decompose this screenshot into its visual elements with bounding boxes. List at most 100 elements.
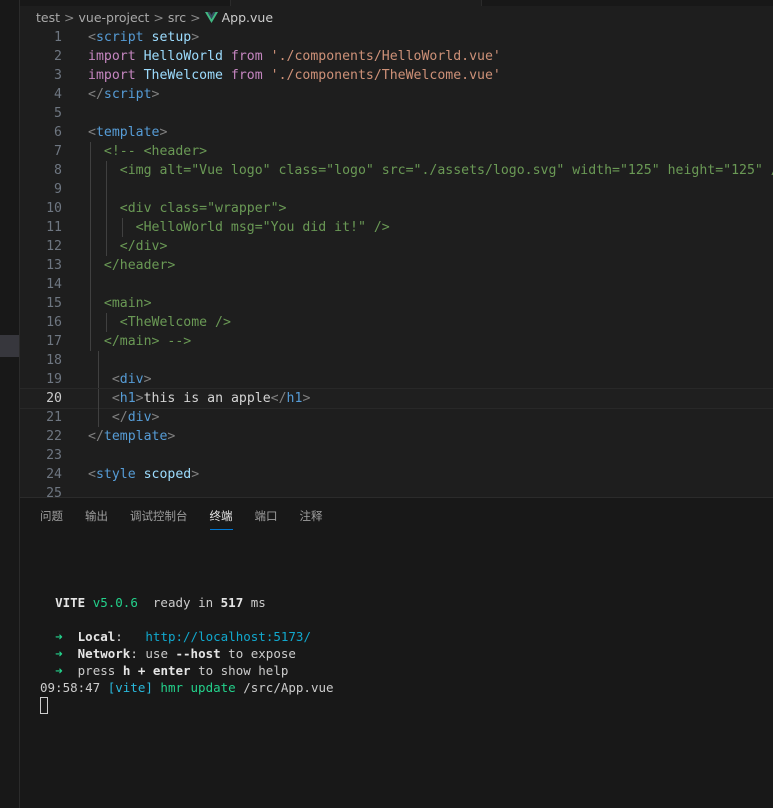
code-token: TheWelcome: [143, 68, 231, 83]
breadcrumb: test > vue-project > src > App.vue: [20, 6, 773, 28]
code-line[interactable]: 4 </script>: [20, 85, 773, 104]
terminal-text: [vite]: [107, 680, 153, 695]
code-line[interactable]: 15 <main>: [20, 294, 773, 313]
code-token: './components/HelloWorld.vue': [270, 49, 501, 64]
code-line[interactable]: 19 <div>: [20, 370, 773, 389]
code-text: <div>: [88, 370, 152, 389]
code-token: HelloWorld: [143, 49, 231, 64]
code-line[interactable]: 11 <HelloWorld msg="You did it!" />: [20, 218, 773, 237]
terminal-text: v5.0.6: [85, 595, 138, 610]
line-number: 7: [54, 144, 62, 159]
breadcrumb-item-test[interactable]: test: [36, 10, 60, 25]
tab-comments[interactable]: 注释: [300, 502, 323, 530]
code-text: <TheWelcome />: [88, 313, 231, 332]
code-line[interactable]: 13 </header>: [20, 256, 773, 275]
terminal-output[interactable]: VITE v5.0.6 ready in 517 ms ➜ Local: htt…: [40, 560, 334, 714]
code-token: <: [88, 391, 120, 406]
terminal-line: VITE v5.0.6 ready in 517 ms: [40, 594, 334, 611]
code-text: <img alt="Vue logo" class="logo" src="./…: [88, 161, 773, 180]
code-line[interactable]: 23: [20, 446, 773, 465]
breadcrumb-item-vue-project[interactable]: vue-project: [79, 10, 150, 25]
code-token: >: [191, 467, 200, 482]
indent-guide: [98, 351, 99, 370]
breadcrumb-item-src[interactable]: src: [168, 10, 186, 25]
code-text: </script>: [88, 85, 159, 104]
code-line[interactable]: 12 </div>: [20, 237, 773, 256]
sidebar-selected-item[interactable]: [0, 335, 19, 357]
code-line[interactable]: 9: [20, 180, 773, 199]
tab-problems[interactable]: 问题: [40, 502, 63, 530]
code-line[interactable]: 22 </template>: [20, 427, 773, 446]
code-line[interactable]: 8 <img alt="Vue logo" class="logo" src="…: [20, 161, 773, 180]
tab-ports[interactable]: 端口: [255, 502, 278, 530]
code-editor[interactable]: test > vue-project > src > App.vue 1 <scr…: [20, 0, 773, 497]
code-line[interactable]: 6 <template>: [20, 123, 773, 142]
code-token: </div>: [88, 239, 168, 254]
code-text: <style scoped>: [88, 465, 199, 484]
code-line[interactable]: 17 </main> -->: [20, 332, 773, 351]
code-text: <!-- <header>: [88, 142, 207, 161]
line-number: 19: [46, 372, 62, 387]
code-line[interactable]: 16 <TheWelcome />: [20, 313, 773, 332]
code-line[interactable]: 24 <style scoped>: [20, 465, 773, 484]
code-token: from: [230, 49, 271, 64]
code-token: setup: [143, 30, 192, 45]
code-line[interactable]: 3 import TheWelcome from './components/Th…: [20, 66, 773, 85]
code-line[interactable]: 18: [20, 351, 773, 370]
code-line[interactable]: 7 <!-- <header>: [20, 142, 773, 161]
terminal-text: press: [62, 663, 123, 678]
indent-guide: [106, 180, 107, 199]
code-text: <script setup>: [88, 28, 199, 47]
code-line[interactable]: 2 import HelloWorld from './components/He…: [20, 47, 773, 66]
code-token: <!-- <header>: [88, 144, 208, 159]
code-token: './components/TheWelcome.vue': [270, 68, 501, 83]
code-text: <main>: [88, 294, 152, 313]
code-line[interactable]: 25: [20, 484, 773, 497]
code-line[interactable]: 1 <script setup>: [20, 28, 773, 47]
code-line[interactable]: 20 <h1>this is an apple</h1>: [20, 388, 773, 409]
code-line[interactable]: 14: [20, 275, 773, 294]
terminal-line: ➜ Local: http://localhost:5173/: [40, 628, 334, 645]
code-token: script: [95, 30, 144, 45]
code-text: import HelloWorld from './components/Hel…: [88, 47, 501, 66]
tab-output[interactable]: 输出: [85, 502, 108, 530]
code-token: <: [88, 30, 96, 45]
code-text: <template>: [88, 123, 167, 142]
code-line[interactable]: 21 </div>: [20, 408, 773, 427]
code-token: >: [151, 410, 160, 425]
code-token: div: [127, 410, 152, 425]
code-token: template: [95, 125, 160, 140]
tab-terminal[interactable]: 终端: [209, 502, 233, 530]
terminal-text: h + enter: [122, 663, 191, 678]
code-token: <: [88, 372, 120, 387]
terminal-text: 517: [220, 595, 244, 610]
terminal-prompt-line[interactable]: [40, 696, 334, 714]
terminal-text: ready in: [137, 595, 221, 610]
code-token: script: [103, 87, 152, 102]
vue-file-icon: [204, 11, 218, 23]
code-token: >: [191, 30, 200, 45]
terminal-line: ➜ Network: use --host to expose: [40, 645, 334, 662]
code-token: </: [88, 410, 128, 425]
code-token: <HelloWorld msg="You did it!" />: [88, 220, 390, 235]
code-token: >: [167, 429, 176, 444]
code-line[interactable]: 5: [20, 104, 773, 123]
code-token: h1: [119, 391, 136, 406]
code-lines[interactable]: 1 <script setup> 2 import HelloWorld from '…: [20, 28, 773, 497]
terminal-text: :: [115, 629, 146, 644]
tab-debug-console[interactable]: 调试控制台: [130, 502, 188, 530]
line-number: 5: [54, 106, 62, 121]
terminal-text: http://localhost:5173/: [145, 629, 311, 644]
breadcrumb-item-app-vue[interactable]: App.vue: [222, 10, 273, 25]
terminal-text: Network: [77, 646, 131, 661]
code-line[interactable]: 10 <div class="wrapper">: [20, 199, 773, 218]
code-token: </main> -->: [88, 334, 192, 349]
activity-sidebar: [0, 0, 20, 808]
line-number: 12: [46, 239, 62, 254]
terminal-text: Local: [77, 629, 116, 644]
